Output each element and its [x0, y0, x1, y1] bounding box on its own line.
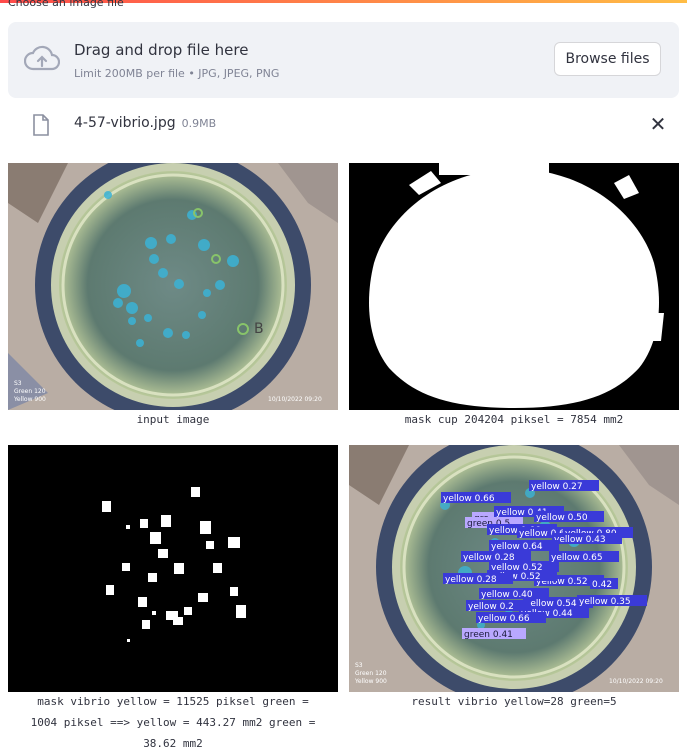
result-photo-label-line-1: S3	[355, 662, 363, 669]
result-photo-date: 10/10/2022 09:20	[609, 678, 663, 685]
detection-label-text: yellow 0.43	[554, 535, 606, 545]
mask-vibrio-caption-line-1: mask vibrio yellow = 11525 piksel green …	[37, 695, 309, 708]
detection-label-text: yellow 0.50	[536, 513, 588, 523]
uploader-label: Choose an image file	[8, 0, 124, 9]
mask-vibrio-caption-line-2: 1004 piksel ==> yellow = 443.27 mm2 gree…	[30, 716, 316, 729]
detection-label-text: yellow 0.65	[551, 553, 603, 563]
detection-label: yellow 0.43	[552, 533, 622, 545]
photo-label-line-2: Green 120	[14, 388, 46, 395]
detection-label-text: yellow 0.66	[478, 614, 530, 624]
detection-label: yellow 0.64	[489, 540, 559, 552]
result-photo-label-line-2: Green 120	[355, 670, 387, 677]
detection-label-text: green 0.41	[464, 630, 513, 640]
file-name-text: 4-57-vibrio.jpg	[74, 115, 176, 131]
cloud-upload-icon	[24, 45, 60, 71]
result-vibrio-image: yellow 0.27yellow 0.66yellow 0.41gregree…	[349, 445, 679, 692]
detection-label: yellow 0.27	[529, 480, 599, 492]
result-photo-label-line-3: Yellow 900	[354, 678, 387, 685]
file-icon	[33, 114, 49, 136]
detection-label: yellow 0.35	[577, 595, 647, 607]
dropzone-limit-text: Limit 200MB per file • JPG, JPEG, PNG	[74, 67, 280, 80]
dropzone-title: Drag and drop file here	[74, 41, 249, 59]
detection-label-text: yellow 0.66	[443, 494, 495, 504]
detection-label: yellow 0.66	[476, 612, 546, 624]
mask-vibrio-caption: mask vibrio yellow = 11525 piksel green …	[8, 691, 338, 754]
input-image-caption: input image	[136, 413, 210, 426]
uploaded-file-row: 4-57-vibrio.jpg 0.9MB ✕	[8, 108, 679, 142]
mask-cup-caption: mask cup 204204 piksel = 7854 mm2	[404, 413, 624, 426]
photo-date: 10/10/2022 09:20	[268, 396, 322, 403]
detection-label: yellow 0.28	[443, 573, 513, 585]
photo-label-line-3: Yellow 900	[13, 396, 46, 403]
detection-label-text: 0.42	[592, 580, 612, 590]
browse-files-button[interactable]: Browse files	[554, 42, 661, 76]
result-vibrio-caption: result vibrio yellow=28 green=5	[411, 695, 617, 708]
photo-label-line-1: S3	[14, 380, 22, 387]
detection-label: green 0.41	[462, 628, 526, 640]
file-size: 0.9MB	[181, 117, 217, 130]
detection-label: yellow 0.50	[534, 511, 604, 523]
file-dropzone[interactable]: Drag and drop file here Limit 200MB per …	[8, 22, 679, 98]
svg-text:B: B	[254, 321, 264, 337]
detection-label: 0.42	[590, 578, 618, 590]
mask-cup-image	[349, 163, 679, 410]
detection-label-text: yellow 0.27	[531, 482, 583, 492]
mask-vibrio-caption-line-3: 38.62 mm2	[143, 737, 203, 750]
detection-label-text: yellow 0.28	[445, 575, 497, 585]
close-icon[interactable]: ✕	[646, 111, 670, 137]
detection-label: yellow 0.66	[441, 492, 511, 504]
file-name: 4-57-vibrio.jpg 0.9MB	[74, 115, 216, 131]
detection-label: yellow 0.65	[549, 551, 619, 563]
detection-label-text: yellow 0.64	[491, 542, 543, 552]
mask-vibrio-image	[8, 445, 338, 692]
input-image: B S3 Green 120 Yellow 900 10/10/2022 09:…	[8, 163, 338, 410]
detection-label-text: yellow 0.35	[579, 597, 631, 607]
detection-label-text: yellow 0.2	[468, 602, 514, 612]
